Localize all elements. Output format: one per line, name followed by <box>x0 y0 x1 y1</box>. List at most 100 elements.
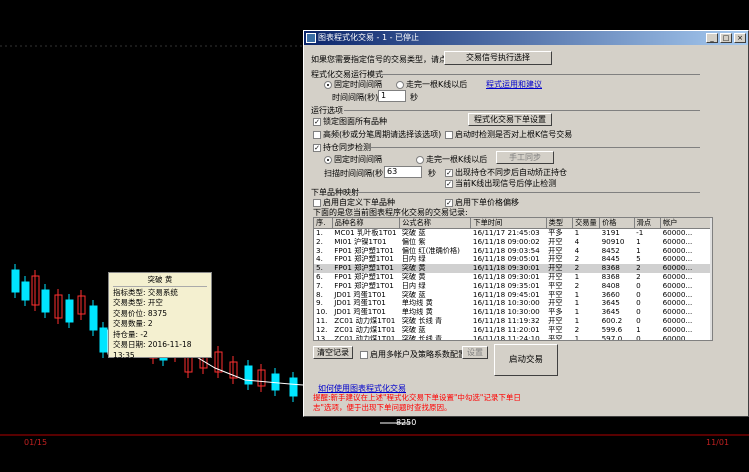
usage-advice-link[interactable]: 程式运用和建议 <box>486 79 542 90</box>
sync-fixed-radio[interactable]: 固定时间间隔 <box>324 154 382 165</box>
table-row[interactable]: 6. FP01 郑沪塑1T01 突破 黄 16/11/18 09:30:01 开空 1 83… <box>314 273 712 282</box>
table-cell: 0 <box>636 316 641 325</box>
table-cell: 60000... <box>662 237 693 246</box>
signal-type-prompt: 如果您需要指定信号的交易类型，请点击 <box>311 55 455 64</box>
manual-sync-button[interactable]: 手工同步 <box>496 151 554 164</box>
table-cell: 16/11/18 11:24:10 <box>472 334 540 341</box>
mode-bar-end-radio[interactable]: 走完一根K线以后 <box>396 79 467 90</box>
signal-select-button[interactable]: 交易信号执行选择 <box>444 51 552 65</box>
table-row[interactable]: 13. ZC01 动力煤1T01 突破 长线 青 16/11/18 11:24:10 平… <box>314 334 712 341</box>
candle-body <box>11 269 20 293</box>
column-header[interactable]: 帐户 <box>660 218 712 229</box>
dialog-title-bar[interactable]: 图表程式化交易 - 1 - 已停止 _ □ × <box>304 31 748 45</box>
table-row[interactable]: 10. JD01 鸡蛋1T01 单均线 黄 16/11/18 10:30:00 平多 1 3… <box>314 308 712 317</box>
table-cell: 1 <box>636 246 641 255</box>
auto-check-checkbox[interactable]: 启动时检测是否对上根K信号交易 <box>445 129 572 140</box>
column-header[interactable]: 类型 <box>546 218 574 229</box>
table-cell: 3645 <box>601 299 620 308</box>
table-row[interactable]: 9. JD01 鸡蛋1T01 单均线 黄 16/11/18 10:30:00 开空 1 36… <box>314 299 712 308</box>
x-axis-label-left: 01/15 <box>24 438 48 447</box>
table-cell: 偏位 红(准确价格) <box>401 246 460 255</box>
start-trading-button[interactable]: 启动交易 <box>494 344 558 376</box>
tooltip-line: 交易日期: 2016-11-18 13:35 <box>113 340 192 360</box>
multi-account-checkbox[interactable]: 启用多帐户及策略系数配置 <box>360 349 466 360</box>
trade-records-list[interactable]: 序. 品种名称 公式名称 下单时间 类型 交易量 价格 滑点 帐户 1. MC01 乳叶板1T01… <box>313 217 713 341</box>
high-freq-label: 高频(秒或分笔周期请选择该选项) <box>323 130 442 139</box>
table-cell: FP01 郑沪塑1T01 <box>332 264 400 273</box>
order-setting-button[interactable]: 程式化交易下单设置 <box>468 113 552 126</box>
table-cell: FP01 郑沪塑1T01 <box>334 255 394 264</box>
mode-fixed-radio[interactable]: 固定时间间隔 <box>324 79 382 90</box>
high-freq-checkbox[interactable]: 高频(秒或分笔周期请选择该选项) <box>313 129 441 140</box>
clear-records-button[interactable]: 清空记录 <box>313 346 353 359</box>
column-header[interactable]: 品种名称 <box>332 218 401 229</box>
table-cell: 1 <box>574 299 580 308</box>
table-cell: 3191 <box>601 228 620 238</box>
table-cell: 单均线 黄 <box>401 308 433 317</box>
list-scrollbar[interactable] <box>710 218 712 340</box>
table-cell: 60000... <box>662 308 693 317</box>
table-cell: 2 <box>574 281 580 290</box>
radio-icon <box>416 155 424 164</box>
multi-account-setting-button[interactable]: 设置 <box>462 346 488 359</box>
table-cell: 8445 <box>601 255 620 264</box>
column-header[interactable]: 序. <box>314 218 333 229</box>
table-cell: 16/11/18 09:30:01 <box>472 272 540 281</box>
table-cell: 16/11/18 09:03:54 <box>472 246 540 255</box>
table-row[interactable]: 11. ZC01 动力煤1T01 突破 长线 青 16/11/18 11:19:32 开… <box>314 317 712 326</box>
candle-body <box>65 299 74 323</box>
table-cell: JD01 鸡蛋1T01 <box>334 299 386 308</box>
table-cell: 开空 <box>548 237 563 246</box>
table-cell: 60000... <box>662 272 693 281</box>
column-header[interactable]: 滑点 <box>634 218 662 229</box>
column-header[interactable]: 交易量 <box>572 218 601 229</box>
candle-body <box>244 365 253 385</box>
tooltip-line: 交易价位: 8375 <box>113 308 167 318</box>
radio-icon <box>324 155 332 164</box>
table-row[interactable]: 4. FP01 郑沪塑1T01 日内 绿 16/11/18 09:05:01 开空 2 84… <box>314 255 712 264</box>
column-header[interactable]: 公式名称 <box>399 218 472 229</box>
table-cell: 9. <box>316 299 323 308</box>
scan-interval-input[interactable]: 63 <box>384 166 422 178</box>
lock-all-checkbox[interactable]: ✓ 锁定图面所有品种 <box>313 116 387 127</box>
tooltip-line: 持仓量: -2 <box>113 329 148 339</box>
minimize-button[interactable]: _ <box>706 33 718 43</box>
table-cell: 突破 黄 <box>399 264 471 273</box>
interval-label: 时间间隔(秒): <box>332 93 381 102</box>
table-cell: 偏位 紫 <box>401 237 426 246</box>
table-row[interactable]: 7. FP01 郑沪塑1T01 日内 绿 16/11/18 09:35:01 平空 2 84… <box>314 282 712 291</box>
table-row[interactable]: 2. MI01 沪镍1T01 偏位 紫 16/11/18 09:00:02 开空 4 909… <box>314 238 712 247</box>
sync-bar-end-radio[interactable]: 走完一根K线以后 <box>416 154 487 165</box>
table-cell: 16/11/17 21:45:03 <box>472 228 540 238</box>
table-cell: 1 <box>636 325 641 334</box>
table-cell: 开空 <box>548 299 563 308</box>
table-row[interactable]: 1. MC01 乳叶板1T01 突破 蓝 16/11/17 21:45:03 平多 1 31… <box>314 229 712 238</box>
column-header[interactable]: 下单时间 <box>470 218 547 229</box>
candle-body <box>89 305 98 331</box>
auto-fix-label: 出现持仓不同步后自动矫正持仓 <box>455 168 567 177</box>
table-cell: 60000... <box>662 299 693 308</box>
table-cell: 突破 蓝 <box>401 325 426 334</box>
table-cell: 2 <box>636 272 641 281</box>
table-row[interactable]: 8. JD01 鸡蛋1T01 突破 蓝 16/11/18 09:45:01 平空 1 366… <box>314 291 712 300</box>
column-header[interactable]: 价格 <box>599 218 635 229</box>
table-cell: JD01 鸡蛋1T01 <box>334 308 386 317</box>
table-row[interactable]: 5. FP01 郑沪塑1T01 突破 黄 16/11/18 09:30:01 开空 2 83… <box>314 264 712 273</box>
table-cell: 突破 蓝 <box>401 228 426 238</box>
maximize-button[interactable]: □ <box>720 33 732 43</box>
auto-fix-checkbox[interactable]: ✓ 出现持仓不同步后自动矫正持仓 <box>445 167 567 178</box>
sync-checkbox[interactable]: ✓ 持仓同步检测 <box>313 142 371 153</box>
x-axis-label-right: 11/01 <box>706 438 730 447</box>
table-row[interactable]: 12. ZC01 动力煤1T01 突破 蓝 16/11/18 11:20:01 平空 2 5… <box>314 326 712 335</box>
stop-detect-checkbox[interactable]: ✓ 当前K线出现信号后停止检测 <box>445 178 556 189</box>
table-cell: 8368 <box>601 272 620 281</box>
radio-icon <box>396 80 404 89</box>
interval-input[interactable]: 1 <box>378 90 406 102</box>
table-cell: 2 <box>574 255 580 264</box>
checkbox-icon <box>313 130 321 139</box>
close-button[interactable]: × <box>734 33 746 43</box>
table-cell: MC01 乳叶板1T01 <box>334 228 397 238</box>
table-cell: 平空 <box>548 281 563 290</box>
table-row[interactable]: 3. FP01 郑沪塑1T01 偏位 红(准确价格) 16/11/18 09:03:5… <box>314 247 712 256</box>
table-cell: 11. <box>316 316 328 325</box>
